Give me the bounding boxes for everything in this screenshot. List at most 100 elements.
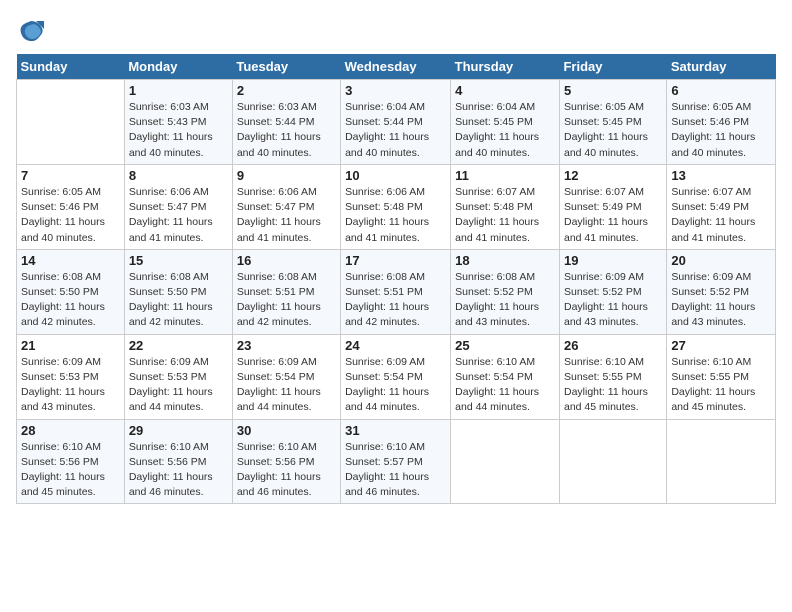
calendar-cell: 29Sunrise: 6:10 AMSunset: 5:56 PMDayligh… — [124, 419, 232, 504]
header-monday: Monday — [124, 54, 232, 80]
calendar-cell: 21 Sunrise: 6:09 AMSunset: 5:53 PMDayligh… — [17, 334, 125, 419]
day-number: 18 — [455, 253, 555, 268]
day-info: Sunrise: 6:05 AMSunset: 5:46 PMDaylight:… — [671, 100, 771, 161]
header-thursday: Thursday — [451, 54, 560, 80]
calendar-cell — [667, 419, 776, 504]
day-info: Sunrise: 6:10 AMSunset: 5:55 PMDaylight:… — [564, 355, 662, 416]
day-number: 8 — [129, 168, 228, 183]
calendar-week-row: 7 Sunrise: 6:05 AMSunset: 5:46 PMDaylight… — [17, 164, 776, 249]
calendar-cell — [451, 419, 560, 504]
calendar-header-row: SundayMondayTuesdayWednesdayThursdayFrid… — [17, 54, 776, 80]
calendar-table: SundayMondayTuesdayWednesdayThursdayFrid… — [16, 54, 776, 504]
day-info: Sunrise: 6:05 AMSunset: 5:45 PMDaylight:… — [564, 100, 662, 161]
day-number: 14 — [21, 253, 120, 268]
day-number: 7 — [21, 168, 120, 183]
day-number: 11 — [455, 168, 555, 183]
day-number: 22 — [129, 338, 228, 353]
day-number: 20 — [671, 253, 771, 268]
day-number: 3 — [345, 83, 446, 98]
day-number: 31 — [345, 423, 446, 438]
header-friday: Friday — [559, 54, 666, 80]
calendar-cell: 26 Sunrise: 6:10 AMSunset: 5:55 PMDayligh… — [559, 334, 666, 419]
day-number: 2 — [237, 83, 336, 98]
day-info: Sunrise: 6:04 AMSunset: 5:45 PMDaylight:… — [455, 100, 555, 161]
day-number: 1 — [129, 83, 228, 98]
day-info: Sunrise: 6:10 AMSunset: 5:57 PMDaylight:… — [345, 440, 446, 501]
calendar-cell: 6 Sunrise: 6:05 AMSunset: 5:46 PMDaylight… — [667, 80, 776, 165]
day-number: 17 — [345, 253, 446, 268]
logo-icon — [16, 16, 46, 46]
calendar-cell: 12Sunrise: 6:07 AMSunset: 5:49 PMDayligh… — [559, 164, 666, 249]
day-number: 27 — [671, 338, 771, 353]
day-info: Sunrise: 6:09 AMSunset: 5:52 PMDaylight:… — [671, 270, 771, 331]
calendar-cell — [559, 419, 666, 504]
calendar-cell: 9 Sunrise: 6:06 AMSunset: 5:47 PMDaylight… — [232, 164, 340, 249]
calendar-cell: 5 Sunrise: 6:05 AMSunset: 5:45 PMDaylight… — [559, 80, 666, 165]
day-number: 9 — [237, 168, 336, 183]
day-info: Sunrise: 6:08 AMSunset: 5:50 PMDaylight:… — [21, 270, 120, 331]
calendar-cell: 18 Sunrise: 6:08 AMSunset: 5:52 PMDayligh… — [451, 249, 560, 334]
day-info: Sunrise: 6:06 AMSunset: 5:47 PMDaylight:… — [237, 185, 336, 246]
calendar-cell: 17 Sunrise: 6:08 AMSunset: 5:51 PMDayligh… — [341, 249, 451, 334]
day-number: 24 — [345, 338, 446, 353]
day-number: 13 — [671, 168, 771, 183]
calendar-cell: 11 Sunrise: 6:07 AMSunset: 5:48 PMDayligh… — [451, 164, 560, 249]
day-info: Sunrise: 6:03 AMSunset: 5:44 PMDaylight:… — [237, 100, 336, 161]
day-info: Sunrise: 6:07 AMSunset: 5:48 PMDaylight:… — [455, 185, 555, 246]
header — [16, 16, 776, 46]
day-info: Sunrise: 6:03 AMSunset: 5:43 PMDaylight:… — [129, 100, 228, 161]
calendar-cell: 22Sunrise: 6:09 AMSunset: 5:53 PMDayligh… — [124, 334, 232, 419]
calendar-week-row: 28 Sunrise: 6:10 AMSunset: 5:56 PMDayligh… — [17, 419, 776, 504]
day-info: Sunrise: 6:10 AMSunset: 5:56 PMDaylight:… — [237, 440, 336, 501]
day-number: 26 — [564, 338, 662, 353]
calendar-cell: 10 Sunrise: 6:06 AMSunset: 5:48 PMDayligh… — [341, 164, 451, 249]
calendar-cell: 3 Sunrise: 6:04 AMSunset: 5:44 PMDaylight… — [341, 80, 451, 165]
day-number: 19 — [564, 253, 662, 268]
day-info: Sunrise: 6:08 AMSunset: 5:50 PMDaylight:… — [129, 270, 228, 331]
calendar-cell — [17, 80, 125, 165]
calendar-week-row: 21 Sunrise: 6:09 AMSunset: 5:53 PMDayligh… — [17, 334, 776, 419]
day-info: Sunrise: 6:09 AMSunset: 5:54 PMDaylight:… — [237, 355, 336, 416]
calendar-cell: 31 Sunrise: 6:10 AMSunset: 5:57 PMDayligh… — [341, 419, 451, 504]
day-info: Sunrise: 6:04 AMSunset: 5:44 PMDaylight:… — [345, 100, 446, 161]
day-number: 4 — [455, 83, 555, 98]
calendar-cell: 19 Sunrise: 6:09 AMSunset: 5:52 PMDayligh… — [559, 249, 666, 334]
day-number: 21 — [21, 338, 120, 353]
header-saturday: Saturday — [667, 54, 776, 80]
day-info: Sunrise: 6:10 AMSunset: 5:55 PMDaylight:… — [671, 355, 771, 416]
calendar-cell: 25Sunrise: 6:10 AMSunset: 5:54 PMDayligh… — [451, 334, 560, 419]
calendar-cell: 2 Sunrise: 6:03 AMSunset: 5:44 PMDaylight… — [232, 80, 340, 165]
day-number: 28 — [21, 423, 120, 438]
day-info: Sunrise: 6:09 AMSunset: 5:52 PMDaylight:… — [564, 270, 662, 331]
calendar-cell: 16 Sunrise: 6:08 AMSunset: 5:51 PMDayligh… — [232, 249, 340, 334]
day-info: Sunrise: 6:09 AMSunset: 5:53 PMDaylight:… — [21, 355, 120, 416]
day-info: Sunrise: 6:05 AMSunset: 5:46 PMDaylight:… — [21, 185, 120, 246]
day-number: 25 — [455, 338, 555, 353]
calendar-cell: 23Sunrise: 6:09 AMSunset: 5:54 PMDayligh… — [232, 334, 340, 419]
day-info: Sunrise: 6:08 AMSunset: 5:52 PMDaylight:… — [455, 270, 555, 331]
day-info: Sunrise: 6:09 AMSunset: 5:54 PMDaylight:… — [345, 355, 446, 416]
calendar-cell: 14 Sunrise: 6:08 AMSunset: 5:50 PMDayligh… — [17, 249, 125, 334]
calendar-cell: 20 Sunrise: 6:09 AMSunset: 5:52 PMDayligh… — [667, 249, 776, 334]
day-info: Sunrise: 6:10 AMSunset: 5:56 PMDaylight:… — [21, 440, 120, 501]
day-number: 29 — [129, 423, 228, 438]
calendar-cell: 8Sunrise: 6:06 AMSunset: 5:47 PMDaylight… — [124, 164, 232, 249]
day-number: 30 — [237, 423, 336, 438]
day-info: Sunrise: 6:07 AMSunset: 5:49 PMDaylight:… — [564, 185, 662, 246]
day-info: Sunrise: 6:08 AMSunset: 5:51 PMDaylight:… — [237, 270, 336, 331]
day-number: 6 — [671, 83, 771, 98]
day-info: Sunrise: 6:06 AMSunset: 5:48 PMDaylight:… — [345, 185, 446, 246]
header-tuesday: Tuesday — [232, 54, 340, 80]
day-number: 16 — [237, 253, 336, 268]
day-info: Sunrise: 6:07 AMSunset: 5:49 PMDaylight:… — [671, 185, 771, 246]
calendar-cell: 15Sunrise: 6:08 AMSunset: 5:50 PMDayligh… — [124, 249, 232, 334]
calendar-cell: 30 Sunrise: 6:10 AMSunset: 5:56 PMDayligh… — [232, 419, 340, 504]
day-info: Sunrise: 6:08 AMSunset: 5:51 PMDaylight:… — [345, 270, 446, 331]
calendar-cell: 24 Sunrise: 6:09 AMSunset: 5:54 PMDayligh… — [341, 334, 451, 419]
day-number: 10 — [345, 168, 446, 183]
calendar-cell: 7 Sunrise: 6:05 AMSunset: 5:46 PMDaylight… — [17, 164, 125, 249]
calendar-cell: 13 Sunrise: 6:07 AMSunset: 5:49 PMDayligh… — [667, 164, 776, 249]
calendar-cell: 4 Sunrise: 6:04 AMSunset: 5:45 PMDaylight… — [451, 80, 560, 165]
header-sunday: Sunday — [17, 54, 125, 80]
day-number: 5 — [564, 83, 662, 98]
